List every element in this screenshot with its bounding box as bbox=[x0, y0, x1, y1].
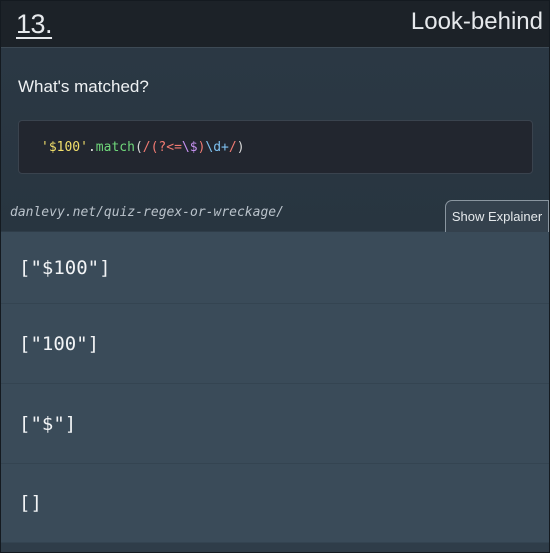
code-token-function: match bbox=[95, 139, 135, 155]
question-header: 13. Look-behind bbox=[1, 1, 549, 48]
show-explainer-button[interactable]: Show Explainer bbox=[445, 200, 549, 232]
code-token-close-paren: ) bbox=[236, 139, 245, 155]
code-token-digits: \d+ bbox=[205, 139, 229, 155]
code-token-dot: . bbox=[87, 139, 96, 155]
answer-option[interactable]: ["$"] bbox=[1, 384, 549, 464]
answer-list: ["$100"] ["100"] ["$"] [] bbox=[1, 232, 549, 543]
question-prompt-area: What's matched? '$100'. match(/ (?<= \$) \d+… bbox=[1, 48, 549, 232]
question-text: What's matched? bbox=[18, 77, 149, 96]
code-snippet: '$100'. match(/ (?<= \$) \d+ /) bbox=[18, 120, 533, 174]
question-number: 13. bbox=[16, 8, 53, 39]
question-title: Look-behind bbox=[410, 8, 543, 35]
code-token-escaped-dollar: \$ bbox=[181, 139, 198, 155]
code-token-lookbehind-open: (?<= bbox=[150, 139, 182, 155]
code-token-lookbehind-close: ) bbox=[197, 139, 206, 155]
answer-option[interactable]: [] bbox=[1, 464, 549, 543]
code-token-open-paren: ( bbox=[134, 139, 143, 155]
answer-option[interactable]: ["$100"] bbox=[1, 232, 549, 304]
source-link[interactable]: danlevy.net/quiz-regex-or-wreckage/ bbox=[10, 205, 284, 220]
source-row: danlevy.net/quiz-regex-or-wreckage/ Show… bbox=[1, 200, 549, 232]
answer-option[interactable]: ["100"] bbox=[1, 304, 549, 384]
code-token-regex-open: / bbox=[142, 139, 151, 155]
code-token-regex-close: / bbox=[228, 139, 237, 155]
code-token-string: '$100' bbox=[41, 139, 88, 155]
quiz-card: 13. Look-behind What's matched? '$100'. m… bbox=[0, 0, 550, 553]
